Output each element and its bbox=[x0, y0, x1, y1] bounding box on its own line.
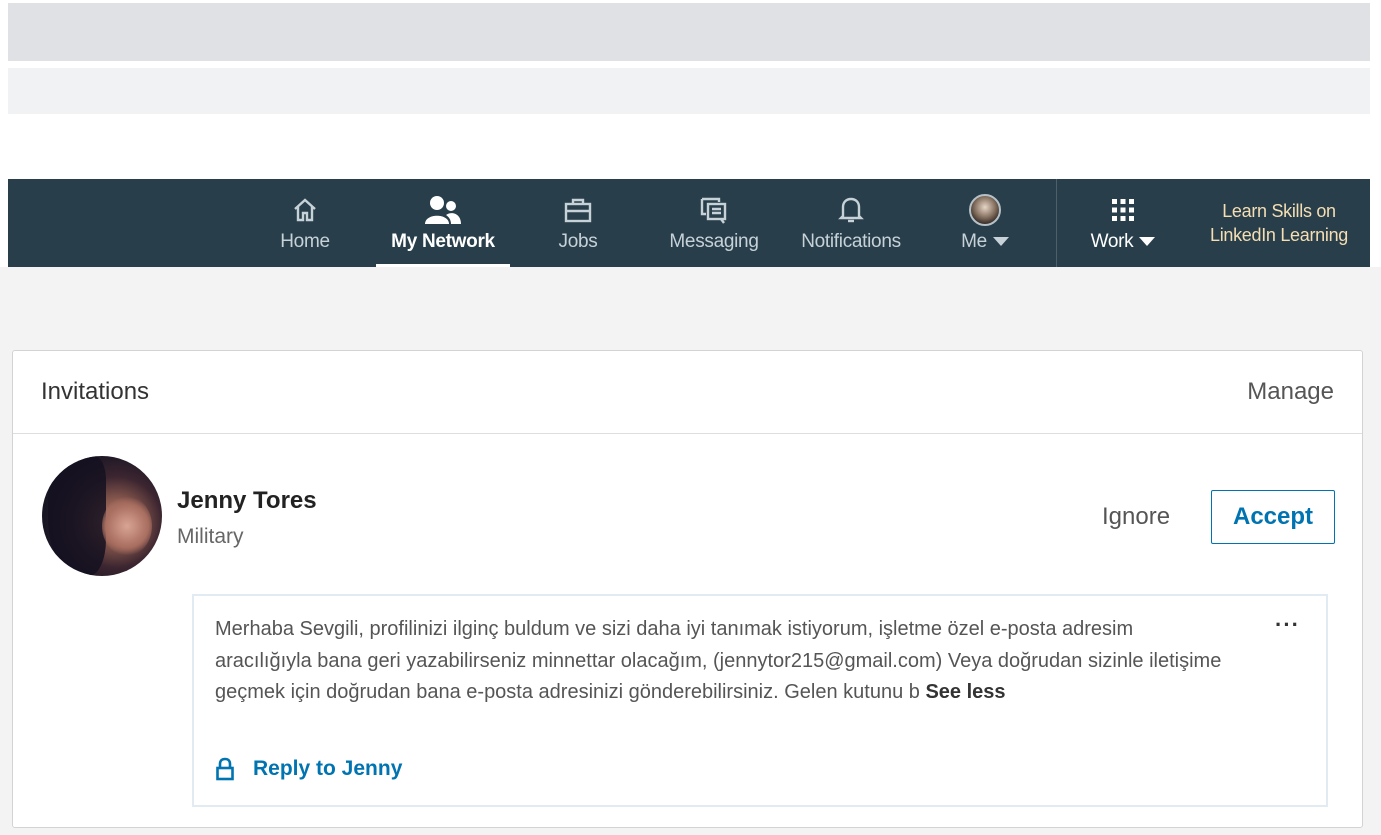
accept-button[interactable]: Accept bbox=[1211, 490, 1335, 544]
nav-messaging-label: Messaging bbox=[669, 231, 759, 252]
messaging-icon bbox=[700, 193, 728, 227]
invitation-message-box: Merhaba Sevgili, profilinizi ilginç buld… bbox=[192, 594, 1328, 807]
nav-my-network[interactable]: My Network bbox=[376, 179, 510, 267]
invitation-message: Merhaba Sevgili, profilinizi ilginç buld… bbox=[215, 618, 1222, 703]
bell-icon bbox=[838, 193, 864, 227]
learning-link[interactable]: Learn Skills on LinkedIn Learning bbox=[1194, 199, 1364, 247]
lock-icon bbox=[216, 757, 234, 781]
browser-secondary-bar bbox=[8, 68, 1370, 114]
nav-home-label: Home bbox=[280, 231, 330, 252]
nav-home[interactable]: Home bbox=[276, 179, 334, 267]
learning-line-1: Learn Skills on bbox=[1222, 201, 1336, 221]
manage-link[interactable]: Manage bbox=[1247, 378, 1334, 406]
reply-button[interactable]: Reply to Jenny bbox=[215, 757, 402, 781]
ignore-button[interactable]: Ignore bbox=[1102, 503, 1170, 531]
learning-line-2: LinkedIn Learning bbox=[1209, 225, 1348, 245]
nav-me-label: Me bbox=[961, 231, 987, 252]
chevron-down-icon bbox=[992, 237, 1009, 247]
nav-messaging[interactable]: Messaging bbox=[664, 179, 764, 267]
invitation-avatar[interactable] bbox=[42, 456, 162, 576]
avatar bbox=[969, 194, 1001, 226]
grid-icon bbox=[1111, 193, 1135, 227]
briefcase-icon bbox=[564, 193, 592, 227]
nav-work-label: Work bbox=[1090, 231, 1134, 252]
invitation-headline: Military bbox=[177, 525, 244, 548]
more-options-button[interactable]: ··· bbox=[1275, 612, 1300, 638]
home-icon bbox=[292, 193, 318, 227]
chevron-down-icon bbox=[1139, 237, 1156, 247]
see-less-link[interactable]: See less bbox=[925, 681, 1005, 703]
nav-jobs-label: Jobs bbox=[558, 231, 598, 252]
invitations-header: Invitations Manage bbox=[13, 351, 1362, 434]
nav-divider bbox=[1056, 179, 1057, 267]
global-nav: Home My Network Jobs Messaging Notificat… bbox=[8, 179, 1370, 267]
nav-jobs[interactable]: Jobs bbox=[556, 179, 600, 267]
nav-my-network-label: My Network bbox=[391, 231, 495, 252]
reply-label: Reply to Jenny bbox=[253, 757, 403, 780]
browser-top-bar bbox=[8, 3, 1370, 61]
nav-work[interactable]: Work bbox=[1082, 179, 1164, 267]
invitations-title: Invitations bbox=[41, 378, 150, 405]
nav-notifications[interactable]: Notifications bbox=[792, 179, 910, 267]
invitations-card: Invitations Manage Jenny Tores Military … bbox=[12, 350, 1363, 828]
nav-notifications-label: Notifications bbox=[801, 231, 901, 252]
invitation-name[interactable]: Jenny Tores bbox=[177, 487, 317, 515]
network-icon bbox=[423, 193, 463, 227]
nav-me[interactable]: Me bbox=[952, 179, 1018, 267]
